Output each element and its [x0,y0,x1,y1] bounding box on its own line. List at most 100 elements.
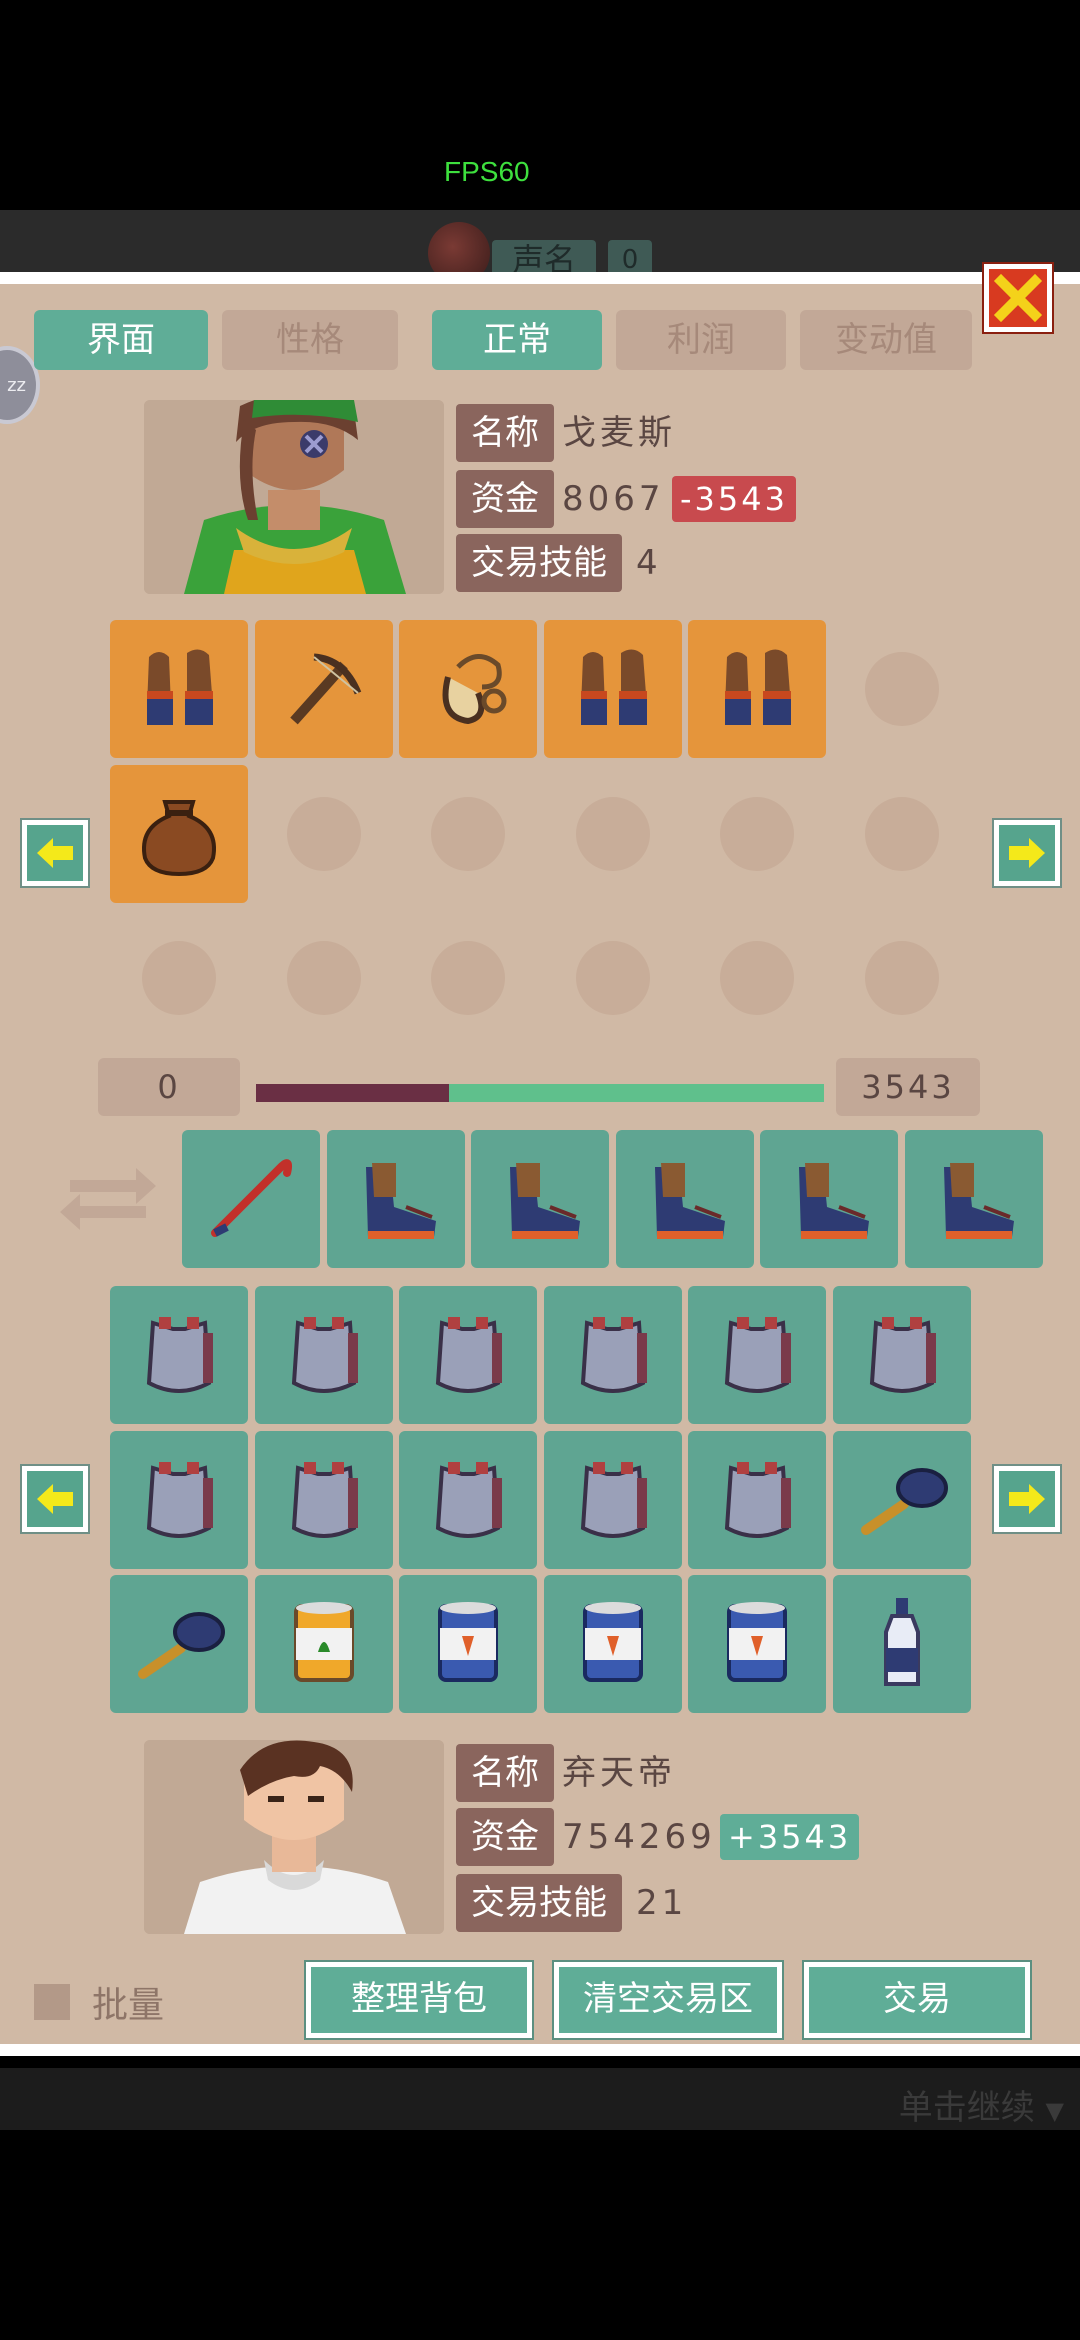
item-slot[interactable] [688,620,826,758]
merchant-portrait [144,400,444,594]
player-next-page-button[interactable] [994,1466,1060,1532]
empty-slot[interactable] [833,765,971,903]
batch-checkbox[interactable] [34,1984,70,2020]
item-slot[interactable] [399,1575,537,1713]
armor-icon [418,1448,518,1552]
merchant-skill-label: 交易技能 [456,534,622,592]
merchant-name-label: 名称 [456,404,554,462]
item-slot[interactable] [833,1575,971,1713]
merchant-next-page-button[interactable] [994,820,1060,886]
merchant-inventory-grid [110,620,970,1050]
merchant-funds-delta: -3543 [672,476,796,522]
merchant-name: 戈麦斯 [562,413,676,453]
item-slot[interactable] [399,1286,537,1424]
item-slot[interactable] [544,1286,682,1424]
item-slot[interactable] [255,1431,393,1569]
player-inventory-grid [110,1286,971,1716]
tab-profit[interactable]: 利润 [616,310,786,370]
tab-normal[interactable]: 正常 [432,310,602,370]
armor-icon [418,1303,518,1407]
item-slot[interactable] [833,1431,971,1569]
item-slot[interactable] [110,765,248,903]
frying-pan-icon [129,1592,229,1696]
item-slot[interactable] [255,1286,393,1424]
sort-backpack-button[interactable]: 整理背包 [306,1962,532,2038]
gloves-icon [563,637,663,741]
merchant-funds: 8067 [562,479,665,519]
boots-icon [490,1147,590,1251]
item-slot[interactable] [905,1130,1043,1268]
empty-slot[interactable] [544,909,682,1047]
balance-right-value: 3543 [836,1058,980,1116]
empty-slot[interactable] [110,909,248,1047]
player-portrait [144,1740,444,1934]
trade-button[interactable]: 交易 [804,1962,1030,2038]
trade-area-grid [182,1130,1043,1270]
item-slot[interactable] [110,1431,248,1569]
balance-bar [256,1084,824,1102]
item-slot[interactable] [255,1575,393,1713]
item-slot[interactable] [399,1431,537,1569]
item-slot[interactable] [688,1431,826,1569]
empty-slot[interactable] [399,909,537,1047]
player-skill-label: 交易技能 [456,1874,622,1932]
item-slot[interactable] [688,1575,826,1713]
item-slot[interactable] [110,1286,248,1424]
swap-icon [60,1168,156,1230]
item-slot[interactable] [544,620,682,758]
empty-slot[interactable] [255,765,393,903]
item-slot[interactable] [616,1130,754,1268]
empty-slot-marker [720,797,794,871]
player-funds: 754269 [562,1817,716,1857]
item-slot[interactable] [255,620,393,758]
player-prev-page-button[interactable] [22,1466,88,1532]
empty-slot[interactable] [833,620,971,758]
tab-change-value[interactable]: 变动值 [800,310,972,370]
can-carrot-icon [563,1592,663,1696]
balance-bar-fill [256,1084,450,1102]
merchant-prev-page-button[interactable] [22,820,88,886]
empty-slot[interactable] [544,765,682,903]
arrow-right-icon [1009,1484,1045,1514]
boots-icon [779,1147,879,1251]
arrow-right-icon [1009,838,1045,868]
armor-icon [274,1303,374,1407]
item-slot[interactable] [760,1130,898,1268]
empty-slot-marker [142,941,216,1015]
chevron-down-icon: ▼ [1045,2097,1064,2125]
empty-slot[interactable] [833,909,971,1047]
item-slot[interactable] [399,620,537,758]
armor-icon [563,1303,663,1407]
tab-personality[interactable]: 性格 [222,310,398,370]
gloves-icon [129,637,229,741]
empty-slot-marker [720,941,794,1015]
close-button[interactable] [984,264,1052,332]
item-slot[interactable] [688,1286,826,1424]
empty-slot[interactable] [688,765,826,903]
player-funds-delta: +3543 [720,1814,860,1860]
empty-slot[interactable] [688,909,826,1047]
item-slot[interactable] [544,1575,682,1713]
armor-icon [563,1448,663,1552]
item-slot[interactable] [833,1286,971,1424]
player-name-label: 名称 [456,1744,554,1802]
empty-slot-marker [431,797,505,871]
swap-button[interactable] [56,1158,160,1238]
click-to-continue[interactable]: 单击继续 ▼ [899,2080,1064,2129]
clear-trade-area-button[interactable]: 清空交易区 [554,1962,782,2038]
player-skill: 21 [636,1883,688,1923]
tab-interface[interactable]: 界面 [34,310,208,370]
merchant-funds-label: 资金 [456,470,554,528]
item-slot[interactable] [182,1130,320,1268]
crossbow-icon [274,637,374,741]
empty-slot[interactable] [255,909,393,1047]
item-slot[interactable] [544,1431,682,1569]
item-slot[interactable] [327,1130,465,1268]
item-slot[interactable] [110,1575,248,1713]
item-slot[interactable] [110,620,248,758]
crowbar-icon [201,1147,301,1251]
can-carrot-icon [707,1592,807,1696]
item-slot[interactable] [471,1130,609,1268]
empty-slot[interactable] [399,765,537,903]
empty-slot-marker [576,941,650,1015]
